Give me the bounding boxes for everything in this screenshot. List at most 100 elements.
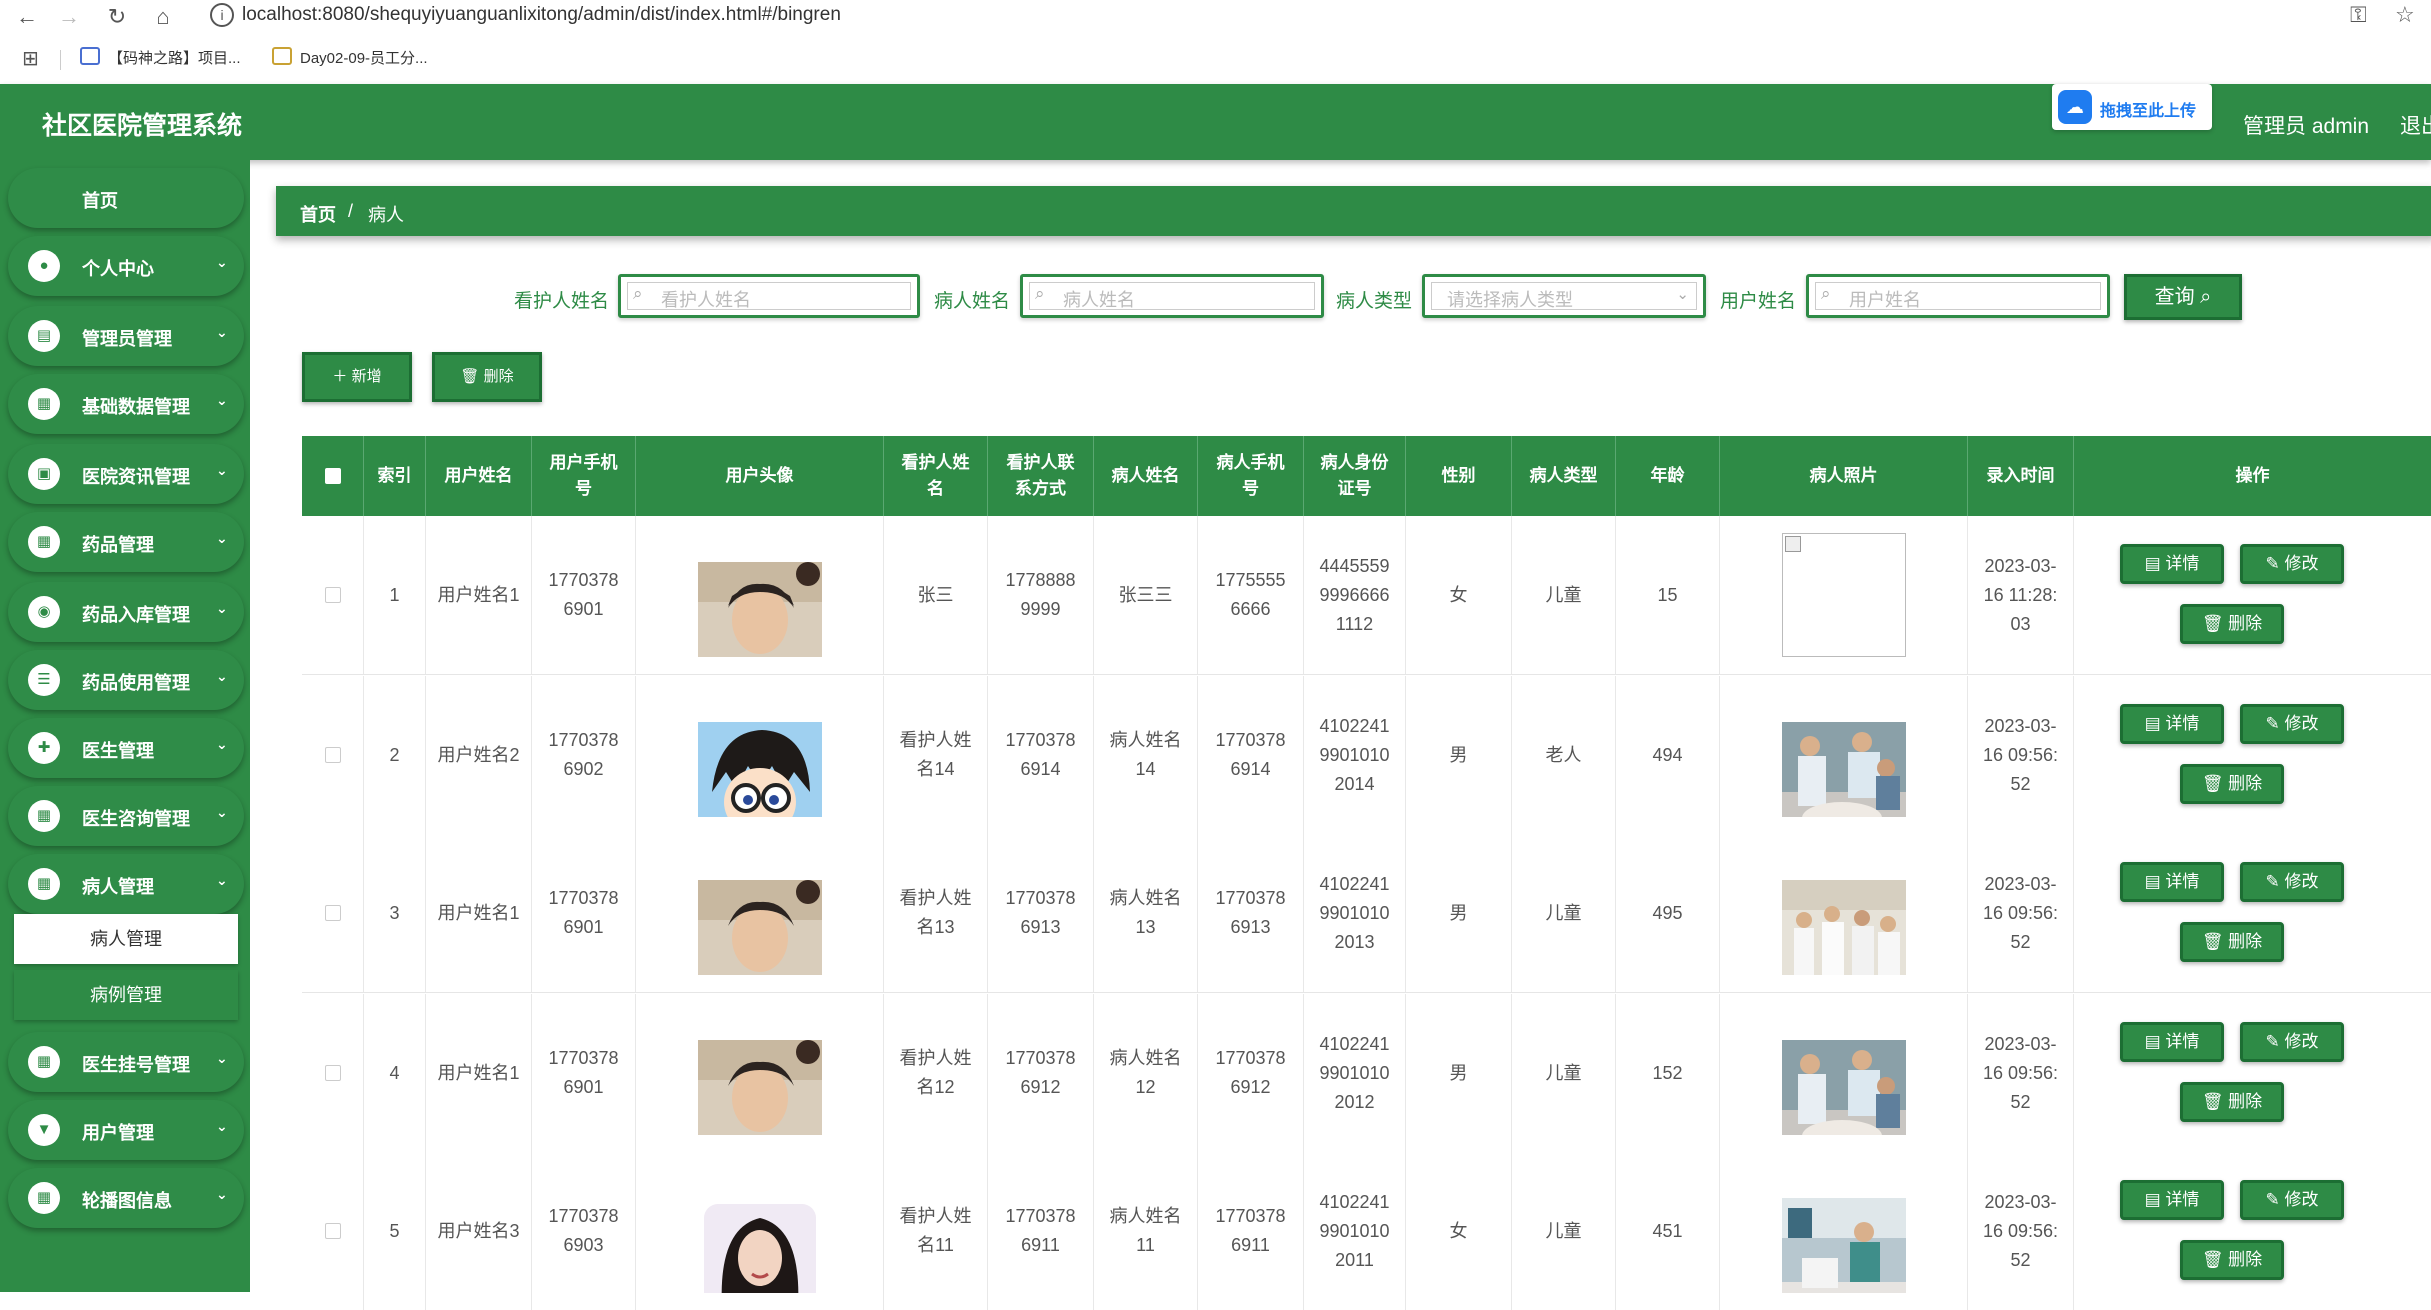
user-avatar	[697, 693, 822, 817]
detail-button[interactable]: ▤ 详情	[2120, 544, 2224, 584]
doctor-icon: ✚	[28, 732, 60, 764]
app-header: 社区医院管理系统 ☁ 拖拽至此上传 管理员 admin 退出	[0, 84, 2431, 160]
breadcrumb-home[interactable]: 首页	[300, 201, 336, 227]
sidebar-item-medicine-usage[interactable]: ☰ 药品使用管理 ⌄	[8, 650, 244, 710]
password-key-icon[interactable]: ⚿	[2350, 2, 2367, 28]
delete-button[interactable]: 🗑 删除	[2180, 604, 2284, 644]
patient-name-input[interactable]: ⌕ 病人姓名	[1020, 274, 1324, 318]
back-icon[interactable]: ←	[14, 4, 40, 30]
user-name-input[interactable]: ⌕ 用户姓名	[1806, 274, 2110, 318]
column-header: 病人照片	[1720, 436, 1968, 516]
address-bar[interactable]: localhost:8080/shequyiyuanguanlixitong/a…	[242, 4, 841, 26]
detail-button[interactable]: ▤ 详情	[2120, 1022, 2224, 1062]
detail-button[interactable]: ▤ 详情	[2120, 862, 2224, 902]
patient-photo	[1781, 693, 1906, 817]
trash-icon: 🗑	[460, 368, 484, 385]
bookmark-item[interactable]: Day02-09-员工分...	[272, 47, 428, 68]
add-button[interactable]: ＋ 新增	[302, 352, 412, 402]
patient-type-select[interactable]: 请选择病人类型 ⌄	[1422, 274, 1706, 318]
broken-image-icon	[1784, 536, 1801, 552]
delete-button[interactable]: 🗑 删除	[2180, 764, 2284, 804]
sidebar-item-medicine-stock[interactable]: ◉ 药品入库管理 ⌄	[8, 582, 244, 642]
sidebar-item-home[interactable]: 首页	[8, 168, 244, 228]
caretaker-cell: 看护人姓 名14	[884, 676, 988, 834]
select-all-checkbox[interactable]	[324, 468, 341, 484]
delete-label: 删除	[2228, 1250, 2263, 1269]
edit-button[interactable]: ✎ 修改	[2240, 544, 2344, 584]
sidebar-item-patient[interactable]: ▦ 病人管理 ⌄	[8, 854, 244, 914]
document-icon: ▤	[2144, 554, 2166, 573]
user-avatar	[697, 851, 822, 975]
sidebar-item-admin[interactable]: ▤ 管理员管理 ⌄	[8, 306, 244, 366]
patient-name-cell: 张三三	[1094, 516, 1198, 674]
trash-icon: 🗑	[2201, 614, 2229, 633]
avatar-cartoon-image	[697, 722, 822, 817]
edit-button[interactable]: ✎ 修改	[2240, 862, 2344, 902]
list-icon: ☰	[28, 664, 60, 696]
pencil-icon: ✎	[2265, 714, 2285, 733]
sidebar-item-registration[interactable]: ▦ 医生挂号管理 ⌄	[8, 1032, 244, 1092]
row-checkbox[interactable]	[324, 587, 341, 603]
sidebar-item-doctor-consult[interactable]: ▦ 医生咨询管理 ⌄	[8, 786, 244, 846]
avatar-young-man-image	[697, 562, 822, 657]
row-checkbox[interactable]	[324, 905, 341, 921]
user-avatar	[697, 1011, 822, 1135]
sidebar-subitem-case-management[interactable]: 病例管理	[14, 970, 238, 1020]
home-icon[interactable]: ⌂	[150, 4, 176, 30]
avatar-young-man-image	[697, 880, 822, 975]
detail-button[interactable]: ▤ 详情	[2120, 704, 2224, 744]
patient-name-cell: 病人姓名 12	[1094, 994, 1198, 1152]
sidebar-item-carousel[interactable]: ▦ 轮播图信息 ⌄	[8, 1168, 244, 1228]
patient-phone-cell: 1770378 6914	[1198, 676, 1304, 834]
created-time-cell: 2023-03- 16 09:56: 52	[1968, 1152, 2074, 1310]
forward-icon[interactable]: →	[56, 4, 82, 30]
chevron-down-icon: ⌄	[216, 1186, 228, 1202]
user-avatar	[697, 1169, 822, 1293]
broken-image-placeholder	[1781, 533, 1906, 657]
edit-button[interactable]: ✎ 修改	[2240, 704, 2344, 744]
apps-grid-icon[interactable]: ⊞	[22, 46, 39, 71]
id-card-cell: 4445559 9996666 1112	[1304, 516, 1406, 674]
edit-button[interactable]: ✎ 修改	[2240, 1180, 2344, 1220]
upload-drop-zone[interactable]: ☁ 拖拽至此上传	[2052, 84, 2212, 130]
caretaker-phone-cell: 1778888 9999	[988, 516, 1094, 674]
sidebar-item-user[interactable]: ▼ 用户管理 ⌄	[8, 1100, 244, 1160]
caretaker-phone-cell: 1770378 6914	[988, 676, 1094, 834]
logout-link[interactable]: 退出	[2400, 110, 2431, 140]
app-title: 社区医院管理系统	[42, 112, 243, 140]
bookmark-item[interactable]: 【码神之路】项目...	[80, 47, 241, 68]
query-button[interactable]: 查询 ⌕	[2124, 274, 2242, 320]
edit-button[interactable]: ✎ 修改	[2240, 1022, 2344, 1062]
reload-icon[interactable]: ↻	[104, 4, 130, 30]
row-checkbox[interactable]	[324, 1065, 341, 1081]
caretaker-name-input[interactable]: ⌕ 看护人姓名	[618, 274, 920, 318]
gender-cell: 女	[1406, 516, 1512, 674]
detail-button[interactable]: ▤ 详情	[2120, 1180, 2224, 1220]
row-checkbox[interactable]	[324, 1223, 341, 1239]
sidebar-subitem-patient-management[interactable]: 病人管理	[14, 914, 238, 964]
patient-phone-cell: 1770378 6911	[1198, 1152, 1304, 1310]
avatar-woman-image	[697, 1198, 822, 1293]
sidebar-item-hospital-news[interactable]: ▣ 医院资讯管理 ⌄	[8, 444, 244, 504]
gender-cell: 男	[1406, 676, 1512, 834]
bookmark-star-icon[interactable]: ☆	[2395, 2, 2415, 28]
delete-button[interactable]: 🗑 删除	[2180, 1240, 2284, 1280]
delete-button[interactable]: 🗑 删除	[2180, 1082, 2284, 1122]
id-card-cell: 4102241 9901010 2011	[1304, 1152, 1406, 1310]
search-icon: ⌕	[1821, 284, 1831, 303]
delete-button[interactable]: 🗑 删除	[2180, 922, 2284, 962]
sidebar-item-personal-center[interactable]: ● 个人中心 ⌄	[8, 236, 244, 296]
avatar-cell	[636, 1152, 884, 1310]
site-info-icon[interactable]: i	[210, 3, 234, 27]
sidebar-item-label: 药品使用管理	[82, 673, 190, 693]
row-checkbox[interactable]	[324, 747, 341, 763]
batch-delete-button[interactable]: 🗑 删除	[432, 352, 542, 402]
table-row: 5 用户姓名3 1770378 6903 看护人姓 名11 1770378 69…	[302, 1152, 2431, 1310]
avatar-cell	[636, 676, 884, 834]
created-time-cell: 2023-03- 16 11:28: 03	[1968, 516, 2074, 674]
sidebar-item-medicine[interactable]: ▦ 药品管理 ⌄	[8, 512, 244, 572]
created-time-cell: 2023-03- 16 09:56: 52	[1968, 994, 2074, 1152]
sidebar-item-basic-data[interactable]: ▦ 基础数据管理 ⌄	[8, 374, 244, 434]
sidebar-item-doctor[interactable]: ✚ 医生管理 ⌄	[8, 718, 244, 778]
column-header: 性别	[1406, 436, 1512, 516]
